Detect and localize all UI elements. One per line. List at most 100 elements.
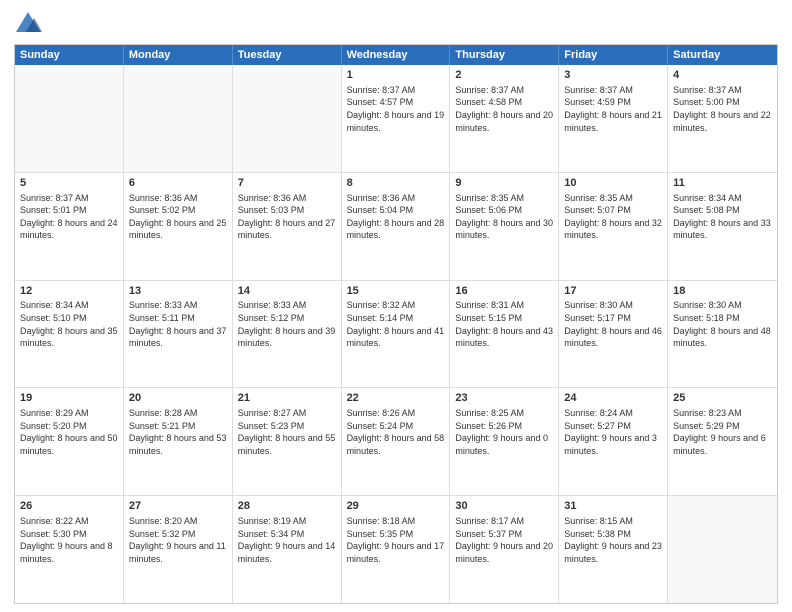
day-number: 11 <box>673 176 772 191</box>
day-cell-15: 15 Sunrise: 8:32 AMSunset: 5:14 PMDaylig… <box>342 281 451 388</box>
day-cell-23: 23 Sunrise: 8:25 AMSunset: 5:26 PMDaylig… <box>450 388 559 495</box>
day-number: 12 <box>20 284 118 299</box>
day-cell-18: 18 Sunrise: 8:30 AMSunset: 5:18 PMDaylig… <box>668 281 777 388</box>
cell-content: Sunrise: 8:22 AMSunset: 5:30 PMDaylight:… <box>20 515 118 565</box>
day-cell-6: 6 Sunrise: 8:36 AMSunset: 5:02 PMDayligh… <box>124 173 233 280</box>
empty-cell <box>668 496 777 603</box>
day-cell-21: 21 Sunrise: 8:27 AMSunset: 5:23 PMDaylig… <box>233 388 342 495</box>
day-cell-5: 5 Sunrise: 8:37 AMSunset: 5:01 PMDayligh… <box>15 173 124 280</box>
header-day-sunday: Sunday <box>15 45 124 65</box>
cell-content: Sunrise: 8:36 AMSunset: 5:04 PMDaylight:… <box>347 192 445 242</box>
day-number: 19 <box>20 391 118 406</box>
day-number: 16 <box>455 284 553 299</box>
cell-content: Sunrise: 8:37 AMSunset: 4:57 PMDaylight:… <box>347 84 445 134</box>
cell-content: Sunrise: 8:15 AMSunset: 5:38 PMDaylight:… <box>564 515 662 565</box>
day-cell-14: 14 Sunrise: 8:33 AMSunset: 5:12 PMDaylig… <box>233 281 342 388</box>
day-cell-24: 24 Sunrise: 8:24 AMSunset: 5:27 PMDaylig… <box>559 388 668 495</box>
day-number: 9 <box>455 176 553 191</box>
day-cell-1: 1 Sunrise: 8:37 AMSunset: 4:57 PMDayligh… <box>342 65 451 172</box>
logo <box>14 10 46 38</box>
cell-content: Sunrise: 8:37 AMSunset: 5:00 PMDaylight:… <box>673 84 772 134</box>
day-cell-25: 25 Sunrise: 8:23 AMSunset: 5:29 PMDaylig… <box>668 388 777 495</box>
day-number: 20 <box>129 391 227 406</box>
day-number: 21 <box>238 391 336 406</box>
day-cell-17: 17 Sunrise: 8:30 AMSunset: 5:17 PMDaylig… <box>559 281 668 388</box>
day-number: 1 <box>347 68 445 83</box>
cell-content: Sunrise: 8:35 AMSunset: 5:07 PMDaylight:… <box>564 192 662 242</box>
day-number: 15 <box>347 284 445 299</box>
day-number: 2 <box>455 68 553 83</box>
cell-content: Sunrise: 8:28 AMSunset: 5:21 PMDaylight:… <box>129 407 227 457</box>
day-cell-19: 19 Sunrise: 8:29 AMSunset: 5:20 PMDaylig… <box>15 388 124 495</box>
cell-content: Sunrise: 8:23 AMSunset: 5:29 PMDaylight:… <box>673 407 772 457</box>
header-day-saturday: Saturday <box>668 45 777 65</box>
day-cell-27: 27 Sunrise: 8:20 AMSunset: 5:32 PMDaylig… <box>124 496 233 603</box>
cell-content: Sunrise: 8:36 AMSunset: 5:02 PMDaylight:… <box>129 192 227 242</box>
day-number: 17 <box>564 284 662 299</box>
day-number: 5 <box>20 176 118 191</box>
day-number: 7 <box>238 176 336 191</box>
day-cell-16: 16 Sunrise: 8:31 AMSunset: 5:15 PMDaylig… <box>450 281 559 388</box>
page: SundayMondayTuesdayWednesdayThursdayFrid… <box>0 0 792 612</box>
cell-content: Sunrise: 8:30 AMSunset: 5:17 PMDaylight:… <box>564 299 662 349</box>
day-number: 4 <box>673 68 772 83</box>
calendar-row-4: 19 Sunrise: 8:29 AMSunset: 5:20 PMDaylig… <box>15 387 777 495</box>
day-number: 31 <box>564 499 662 514</box>
day-cell-11: 11 Sunrise: 8:34 AMSunset: 5:08 PMDaylig… <box>668 173 777 280</box>
day-number: 24 <box>564 391 662 406</box>
day-cell-13: 13 Sunrise: 8:33 AMSunset: 5:11 PMDaylig… <box>124 281 233 388</box>
day-number: 18 <box>673 284 772 299</box>
cell-content: Sunrise: 8:29 AMSunset: 5:20 PMDaylight:… <box>20 407 118 457</box>
header <box>14 10 778 38</box>
day-number: 30 <box>455 499 553 514</box>
day-cell-20: 20 Sunrise: 8:28 AMSunset: 5:21 PMDaylig… <box>124 388 233 495</box>
day-number: 27 <box>129 499 227 514</box>
cell-content: Sunrise: 8:31 AMSunset: 5:15 PMDaylight:… <box>455 299 553 349</box>
cell-content: Sunrise: 8:33 AMSunset: 5:12 PMDaylight:… <box>238 299 336 349</box>
day-cell-12: 12 Sunrise: 8:34 AMSunset: 5:10 PMDaylig… <box>15 281 124 388</box>
calendar: SundayMondayTuesdayWednesdayThursdayFrid… <box>14 44 778 604</box>
empty-cell <box>124 65 233 172</box>
header-day-wednesday: Wednesday <box>342 45 451 65</box>
day-number: 13 <box>129 284 227 299</box>
day-number: 14 <box>238 284 336 299</box>
day-number: 3 <box>564 68 662 83</box>
header-day-thursday: Thursday <box>450 45 559 65</box>
cell-content: Sunrise: 8:33 AMSunset: 5:11 PMDaylight:… <box>129 299 227 349</box>
day-number: 10 <box>564 176 662 191</box>
cell-content: Sunrise: 8:27 AMSunset: 5:23 PMDaylight:… <box>238 407 336 457</box>
cell-content: Sunrise: 8:34 AMSunset: 5:08 PMDaylight:… <box>673 192 772 242</box>
calendar-row-2: 5 Sunrise: 8:37 AMSunset: 5:01 PMDayligh… <box>15 172 777 280</box>
day-cell-3: 3 Sunrise: 8:37 AMSunset: 4:59 PMDayligh… <box>559 65 668 172</box>
header-day-friday: Friday <box>559 45 668 65</box>
cell-content: Sunrise: 8:34 AMSunset: 5:10 PMDaylight:… <box>20 299 118 349</box>
logo-icon <box>14 10 42 38</box>
cell-content: Sunrise: 8:37 AMSunset: 4:59 PMDaylight:… <box>564 84 662 134</box>
day-number: 26 <box>20 499 118 514</box>
day-cell-22: 22 Sunrise: 8:26 AMSunset: 5:24 PMDaylig… <box>342 388 451 495</box>
day-number: 28 <box>238 499 336 514</box>
day-number: 8 <box>347 176 445 191</box>
cell-content: Sunrise: 8:37 AMSunset: 4:58 PMDaylight:… <box>455 84 553 134</box>
cell-content: Sunrise: 8:37 AMSunset: 5:01 PMDaylight:… <box>20 192 118 242</box>
cell-content: Sunrise: 8:20 AMSunset: 5:32 PMDaylight:… <box>129 515 227 565</box>
day-cell-9: 9 Sunrise: 8:35 AMSunset: 5:06 PMDayligh… <box>450 173 559 280</box>
calendar-row-5: 26 Sunrise: 8:22 AMSunset: 5:30 PMDaylig… <box>15 495 777 603</box>
empty-cell <box>15 65 124 172</box>
cell-content: Sunrise: 8:32 AMSunset: 5:14 PMDaylight:… <box>347 299 445 349</box>
cell-content: Sunrise: 8:36 AMSunset: 5:03 PMDaylight:… <box>238 192 336 242</box>
cell-content: Sunrise: 8:30 AMSunset: 5:18 PMDaylight:… <box>673 299 772 349</box>
day-cell-28: 28 Sunrise: 8:19 AMSunset: 5:34 PMDaylig… <box>233 496 342 603</box>
day-number: 6 <box>129 176 227 191</box>
day-cell-30: 30 Sunrise: 8:17 AMSunset: 5:37 PMDaylig… <box>450 496 559 603</box>
calendar-row-1: 1 Sunrise: 8:37 AMSunset: 4:57 PMDayligh… <box>15 65 777 172</box>
day-cell-26: 26 Sunrise: 8:22 AMSunset: 5:30 PMDaylig… <box>15 496 124 603</box>
cell-content: Sunrise: 8:19 AMSunset: 5:34 PMDaylight:… <box>238 515 336 565</box>
empty-cell <box>233 65 342 172</box>
cell-content: Sunrise: 8:24 AMSunset: 5:27 PMDaylight:… <box>564 407 662 457</box>
header-day-monday: Monday <box>124 45 233 65</box>
cell-content: Sunrise: 8:35 AMSunset: 5:06 PMDaylight:… <box>455 192 553 242</box>
calendar-row-3: 12 Sunrise: 8:34 AMSunset: 5:10 PMDaylig… <box>15 280 777 388</box>
day-cell-2: 2 Sunrise: 8:37 AMSunset: 4:58 PMDayligh… <box>450 65 559 172</box>
day-cell-29: 29 Sunrise: 8:18 AMSunset: 5:35 PMDaylig… <box>342 496 451 603</box>
